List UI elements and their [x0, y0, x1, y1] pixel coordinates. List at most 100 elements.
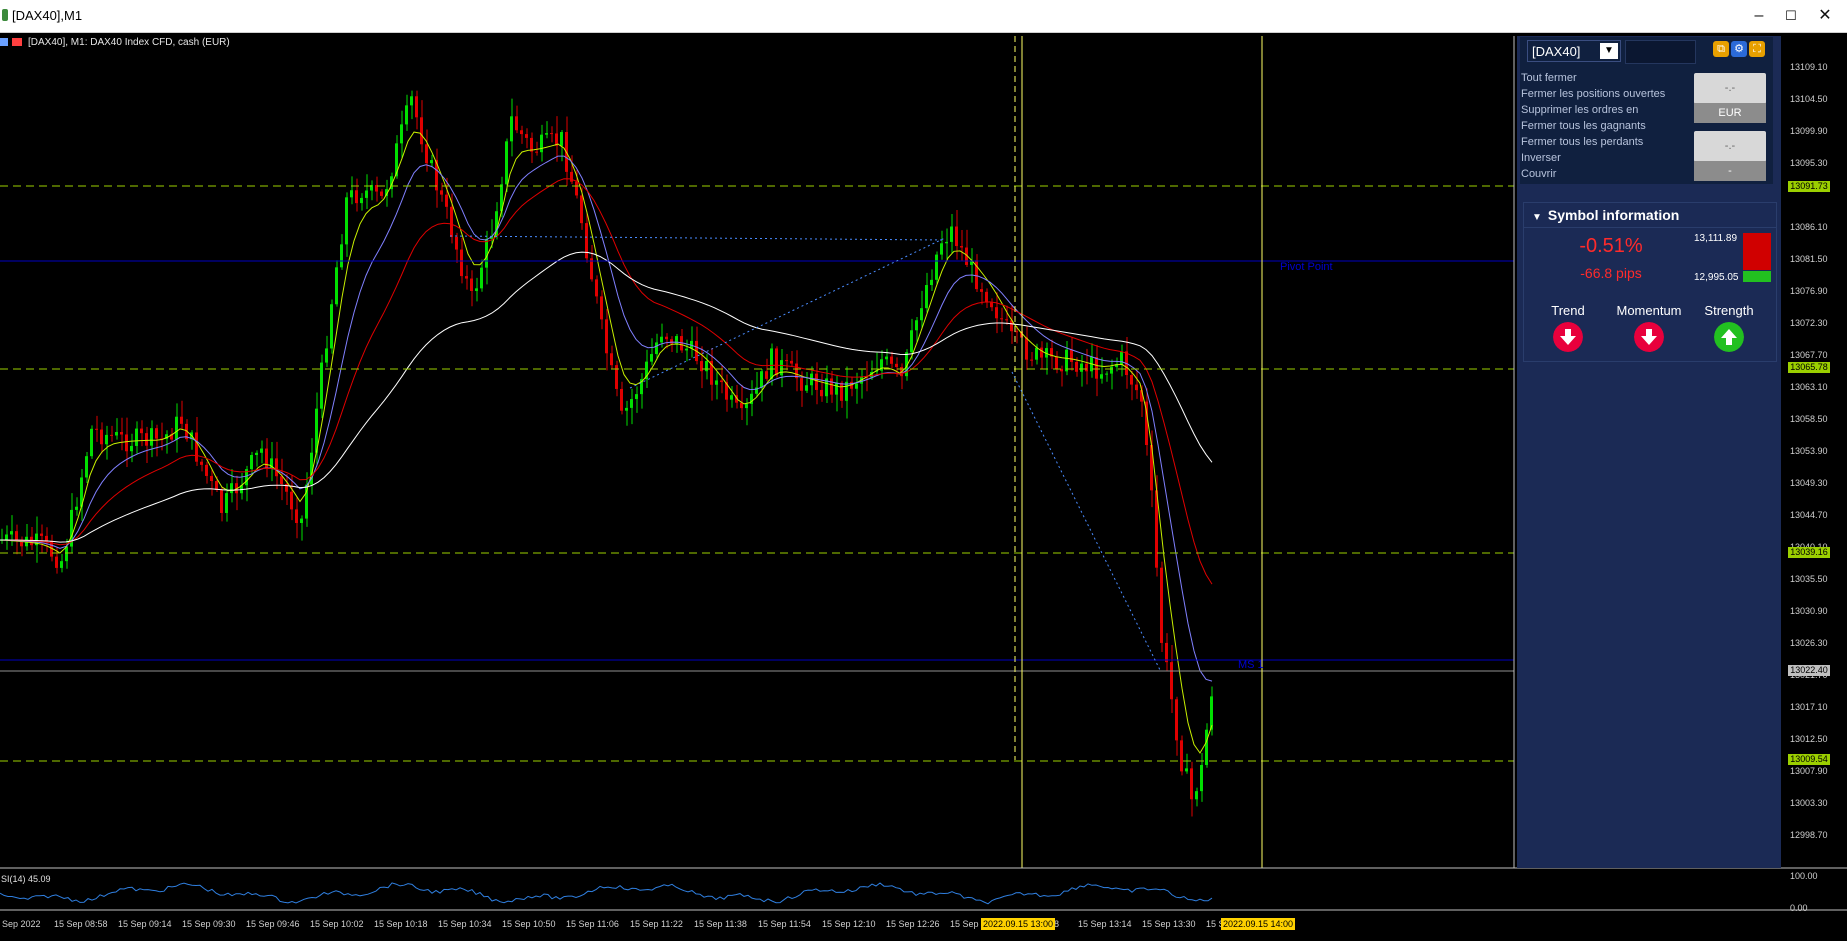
price-tick-label: 13030.90 [1790, 606, 1828, 616]
price-tick-label: 13049.30 [1790, 478, 1828, 488]
candle-body [720, 380, 723, 383]
time-tick-label: 15 Sep 09:30 [182, 919, 236, 929]
chevron-down-icon[interactable]: ▼ [1600, 43, 1618, 59]
candle-body [515, 116, 518, 131]
buy-button[interactable]: -.- [1694, 73, 1766, 104]
candle-body [55, 556, 58, 568]
candle-body [790, 360, 793, 364]
candle-body [995, 307, 998, 319]
time-tick-label: 15 Sep 12:10 [822, 919, 876, 929]
candle-body [700, 361, 703, 372]
gear-icon[interactable]: ⚙ [1731, 41, 1747, 57]
day-low: 12,995.05 [1694, 272, 1739, 283]
action-close-winners[interactable]: Fermer tous les gagnants [1521, 120, 1646, 132]
chart-menu-icon[interactable] [0, 38, 8, 47]
maximize-button[interactable]: ☐ [1773, 4, 1809, 28]
action-close-losers[interactable]: Fermer tous les perdants [1521, 136, 1643, 148]
candle-body [1130, 375, 1133, 385]
candle-body [290, 491, 293, 510]
candle-body [885, 356, 888, 360]
candle-body [75, 506, 78, 510]
candle-body [505, 141, 508, 185]
candle-body [895, 363, 898, 368]
candle-body [785, 360, 788, 362]
candle-body [455, 236, 458, 250]
symbol-info-header[interactable]: ▼ Symbol information [1524, 203, 1776, 228]
action-hedge[interactable]: Couvrir [1521, 168, 1556, 180]
trend-line [1011, 371, 1161, 671]
strength-arrow-up-icon [1714, 322, 1744, 352]
price-tick-label: 13099.90 [1790, 126, 1828, 136]
range-bar-green [1743, 271, 1771, 282]
candle-body [195, 432, 198, 462]
candle-body [1185, 768, 1188, 772]
candle-body [125, 434, 128, 452]
candle-body [1000, 318, 1003, 320]
candle-body [635, 394, 638, 400]
action-reverse[interactable]: Inverser [1521, 152, 1561, 164]
candle-body [765, 371, 768, 379]
price-tick-label: 13072.30 [1790, 318, 1828, 328]
candle-body [685, 348, 688, 351]
candle-body [935, 254, 938, 280]
candle-body [210, 475, 213, 482]
change-percent: -0.51% [1579, 235, 1643, 257]
range-bar-red [1743, 233, 1771, 270]
action-close-all[interactable]: Tout fermer [1521, 72, 1577, 84]
candle-body [320, 362, 323, 409]
currency-label: EUR [1694, 103, 1766, 123]
minimize-button[interactable]: – [1741, 4, 1777, 28]
candle-body [65, 546, 68, 562]
candle-body [180, 416, 183, 424]
day-high: 13,111.89 [1694, 233, 1738, 244]
candle-body [95, 428, 98, 430]
collapse-triangle-icon[interactable]: ▼ [1532, 206, 1542, 230]
pivot-point-label: Pivot Point [1280, 261, 1333, 273]
time-tick-label: 15 Sep 09:14 [118, 919, 172, 929]
candle-body [325, 348, 328, 363]
candle-body [1165, 642, 1168, 663]
candle-body [550, 133, 553, 135]
price-tick-label: 13035.50 [1790, 574, 1828, 584]
candle-body [655, 342, 658, 355]
candle-body [575, 181, 578, 196]
chart-type-icon[interactable] [12, 38, 22, 47]
candle-body [580, 195, 583, 224]
time-tick-label: 15 Sep 11:06 [566, 919, 619, 929]
candle-body [410, 96, 413, 106]
time-tick-label: 15 Sep 13:14 [1078, 919, 1132, 929]
candle-body [670, 339, 673, 344]
price-tick-label: 13095.30 [1790, 158, 1828, 168]
candle-body [775, 348, 778, 376]
action-close-open-positions[interactable]: Fermer les positions ouvertes [1521, 88, 1665, 100]
rsi-axis-bottom: 0.00 [1790, 903, 1808, 913]
expand-icon[interactable]: ⛶ [1749, 41, 1765, 57]
close-button[interactable]: ✕ [1807, 4, 1843, 28]
candle-body [425, 144, 428, 164]
s1-label: MS 1 [1238, 659, 1264, 671]
price-level-tag: 13009.54 [1788, 754, 1830, 765]
candle-body [260, 448, 263, 453]
candle-body [610, 353, 613, 366]
time-tick-label: Sep 2022 [2, 919, 41, 929]
lot-input[interactable] [1625, 40, 1696, 64]
candle-body [605, 319, 608, 354]
candle-body [10, 531, 13, 535]
time-tick-label: 15 Sep 12:26 [886, 919, 940, 929]
action-delete-orders[interactable]: Supprimer les ordres en [1521, 104, 1638, 116]
candle-body [980, 289, 983, 292]
candle-body [1110, 366, 1113, 374]
candle-body [155, 428, 158, 439]
sell-button[interactable]: -.- [1694, 131, 1766, 162]
candle-body [650, 354, 653, 362]
price-level-tag: 13039.16 [1788, 547, 1830, 558]
price-tick-label: 13076.90 [1790, 286, 1828, 296]
candle-body [60, 561, 63, 568]
candle-body [460, 249, 463, 277]
window-title: [DAX40],M1 [12, 8, 83, 23]
rsi-indicator [0, 882, 1213, 905]
copy-icon[interactable]: ⧉ [1713, 41, 1729, 57]
rsi-line [0, 882, 1213, 905]
candle-body [250, 454, 253, 470]
candle-body [330, 304, 333, 349]
